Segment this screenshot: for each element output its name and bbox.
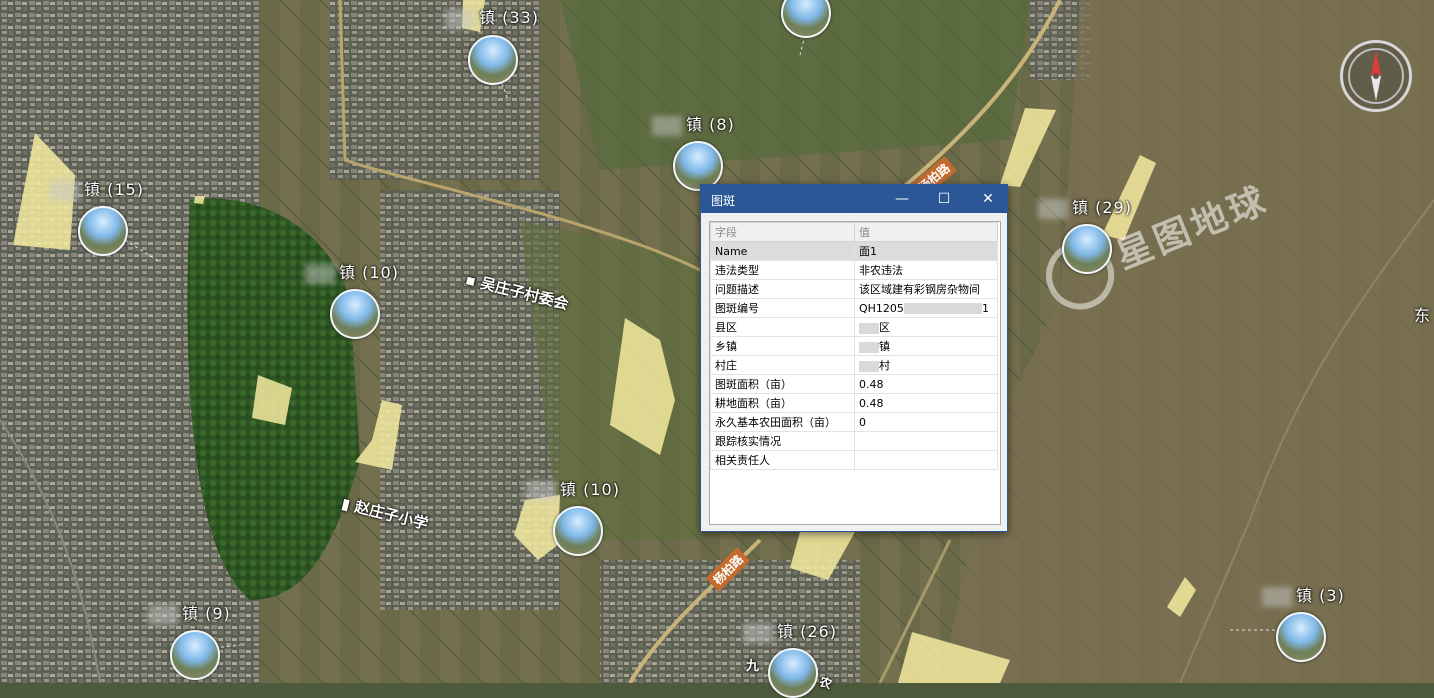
compass-needle-icon [1348, 48, 1404, 104]
table-row[interactable]: 县区区 [710, 317, 998, 337]
marker-label: 镇 (29) [1038, 194, 1132, 219]
panorama-marker[interactable] [1062, 224, 1112, 274]
dialog-title: 图斑 [711, 194, 736, 208]
value-cell: 非农违法 [854, 260, 998, 280]
marker-label: 镇 (33) [445, 4, 539, 29]
value-cell: 该区域建有彩钢房杂物间 [854, 279, 998, 299]
field-cell: 乡镇 [710, 336, 855, 356]
table-header: 字段 值 [710, 222, 998, 242]
redaction-mask [859, 322, 879, 334]
table-row[interactable]: Name 面1 [710, 241, 998, 261]
field-cell: 图斑编号 [710, 298, 855, 318]
field-cell: 问题描述 [710, 279, 855, 299]
marker-label: 镇 (10) [305, 259, 399, 284]
value-cell: 0.48 [854, 374, 998, 394]
attribute-dialog[interactable]: 图斑 — ☐ ✕ 字段 值 Name 面1 违法类型 非农违法 问题描述 该区域建有彩… [700, 184, 1008, 532]
table-row[interactable]: 违法类型 非农违法 [710, 260, 998, 280]
table-row[interactable]: 永久基本农田面积（亩） 0 [710, 412, 998, 432]
marker-label: 镇 (3) [1262, 582, 1345, 607]
marker-label: 镇 (26) [743, 618, 837, 643]
marker-label: 镇 (8) [652, 111, 735, 136]
value-cell: QH1205 1 [854, 298, 998, 318]
table-row[interactable]: 图斑编号 QH1205 1 [710, 298, 998, 318]
value-cell: 区 [854, 317, 998, 337]
attribute-table: 字段 值 Name 面1 违法类型 非农违法 问题描述 该区域建有彩钢房杂物间 图斑编… [710, 222, 998, 470]
field-cell: 永久基本农田面积（亩） [710, 412, 855, 432]
marker-label: 镇 (15) [50, 176, 144, 201]
table-row[interactable]: 耕地面积（亩） 0.48 [710, 393, 998, 413]
field-cell: 村庄 [710, 355, 855, 375]
value-cell: 面1 [854, 241, 998, 261]
maximize-button[interactable]: ☐ [933, 189, 955, 209]
panorama-marker[interactable] [553, 506, 603, 556]
value-cell: 0 [854, 412, 998, 432]
table-row[interactable]: 图斑面积（亩） 0.48 [710, 374, 998, 394]
field-cell: Name [710, 241, 855, 261]
close-button[interactable]: ✕ [977, 189, 999, 209]
redaction-mask [859, 341, 879, 353]
field-cell: 耕地面积（亩） [710, 393, 855, 413]
panorama-marker[interactable] [1276, 612, 1326, 662]
marker-label: 镇 (10) [526, 476, 620, 501]
marker-label: 镇 (9) [148, 600, 231, 625]
table-row[interactable]: 村庄村 [710, 355, 998, 375]
value-cell [854, 450, 998, 470]
field-cell: 违法类型 [710, 260, 855, 280]
map-edge-label: 东 [1414, 306, 1431, 325]
table-row[interactable]: 相关责任人 [710, 450, 998, 470]
poi-bottom: 九 [746, 659, 760, 674]
table-row[interactable]: 问题描述 该区域建有彩钢房杂物间 [710, 279, 998, 299]
dialog-titlebar[interactable]: 图斑 — ☐ ✕ [701, 185, 1007, 213]
redaction-mask [903, 303, 982, 314]
table-row[interactable]: 跟踪核实情况 [710, 431, 998, 451]
field-cell: 相关责任人 [710, 450, 855, 470]
field-cell: 跟踪核实情况 [710, 431, 855, 451]
value-column-header[interactable]: 值 [854, 222, 998, 242]
panorama-marker[interactable] [468, 35, 518, 85]
panorama-marker[interactable] [78, 206, 128, 256]
field-cell: 图斑面积（亩） [710, 374, 855, 394]
minimize-button[interactable]: — [891, 189, 913, 209]
value-cell: 镇 [854, 336, 998, 356]
field-column-header[interactable]: 字段 [710, 222, 855, 242]
panorama-marker[interactable] [330, 289, 380, 339]
redaction-mask [859, 360, 879, 372]
panorama-marker[interactable] [768, 648, 818, 698]
table-row[interactable]: 乡镇镇 [710, 336, 998, 356]
attribute-table-panel[interactable]: 字段 值 Name 面1 违法类型 非农违法 问题描述 该区域建有彩钢房杂物间 图斑编… [709, 221, 1001, 525]
panorama-marker[interactable] [170, 630, 220, 680]
compass[interactable] [1340, 40, 1412, 112]
value-cell [854, 431, 998, 451]
value-cell: 0.48 [854, 393, 998, 413]
field-cell: 县区 [710, 317, 855, 337]
value-cell: 村 [854, 355, 998, 375]
